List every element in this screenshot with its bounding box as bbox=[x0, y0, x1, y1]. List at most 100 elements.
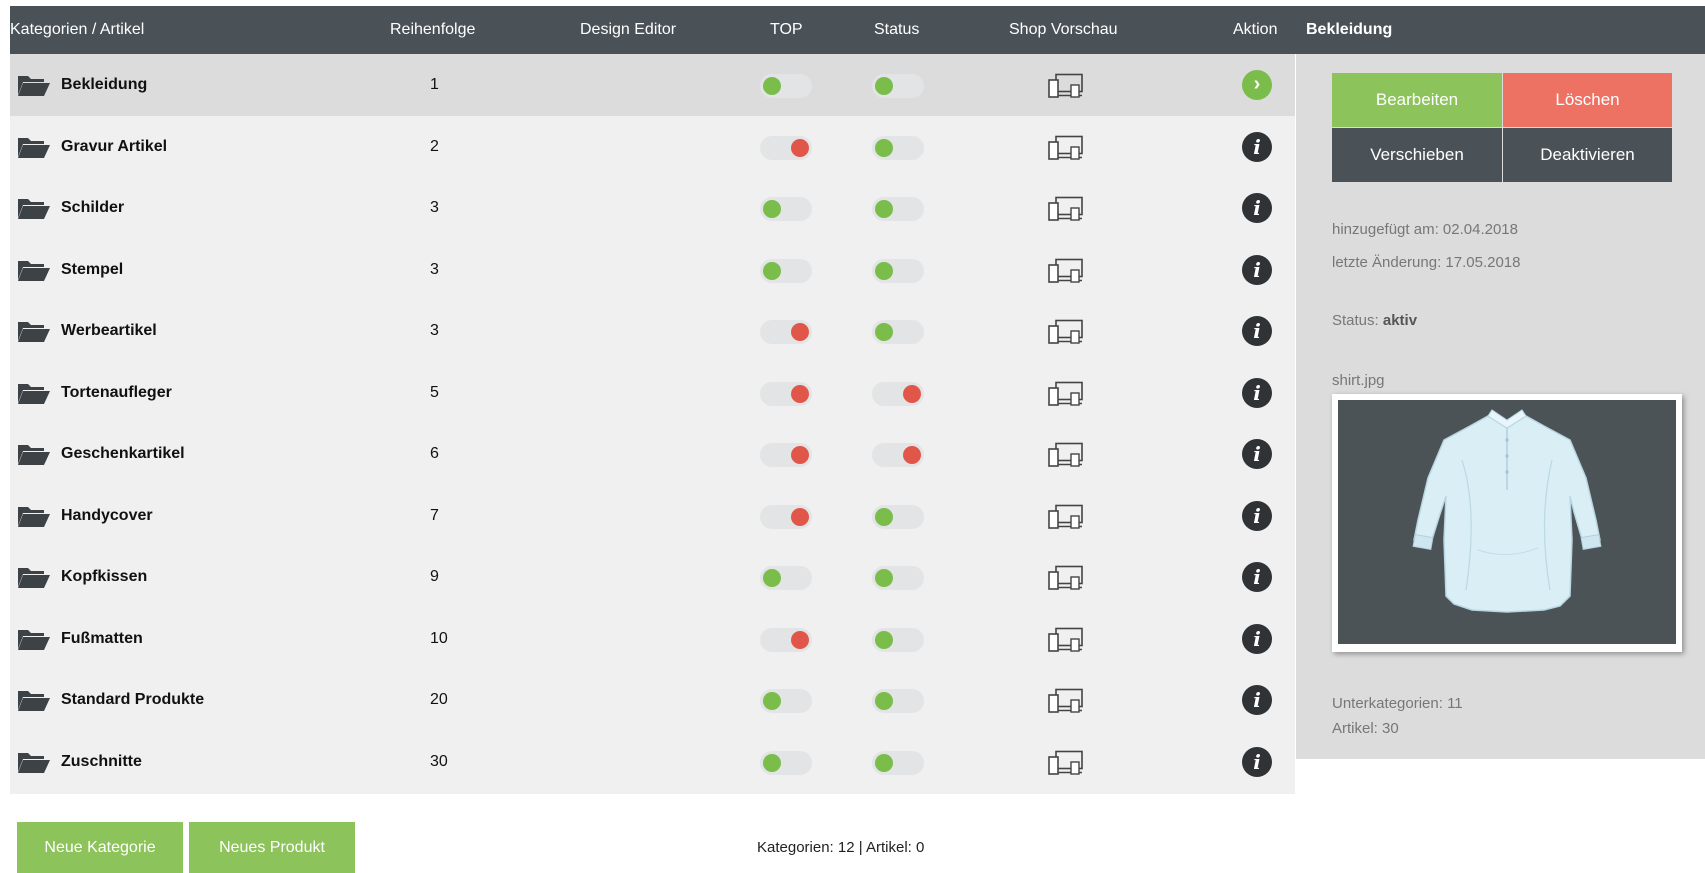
table-row[interactable]: Bekleidung 1 › bbox=[10, 54, 1295, 116]
column-header-order: Reihenfolge bbox=[390, 21, 476, 38]
info-icon[interactable]: i bbox=[1242, 377, 1272, 408]
deactivate-button[interactable]: Deaktivieren bbox=[1503, 128, 1672, 182]
info-icon[interactable]: i bbox=[1242, 562, 1272, 592]
top-toggle[interactable] bbox=[760, 320, 812, 344]
info-icon[interactable]: i bbox=[1242, 439, 1272, 469]
table-row[interactable]: Fußmatten 10 i bbox=[10, 608, 1295, 670]
status-toggle[interactable] bbox=[872, 689, 924, 713]
table-row[interactable]: Kopfkissen 9 i bbox=[10, 546, 1295, 608]
toggle-knob bbox=[875, 630, 893, 649]
category-name[interactable]: Fußmatten bbox=[61, 608, 143, 670]
table-row[interactable]: Geschenkartikel 6 i bbox=[10, 423, 1295, 485]
devices-icon[interactable] bbox=[1048, 381, 1084, 407]
info-icon[interactable]: i bbox=[1242, 193, 1272, 223]
category-name[interactable]: Standard Produkte bbox=[61, 669, 204, 731]
status-toggle[interactable] bbox=[872, 258, 924, 283]
devices-icon[interactable] bbox=[1048, 135, 1084, 161]
devices-icon[interactable] bbox=[1048, 73, 1084, 99]
table-row[interactable]: Standard Produkte 20 i bbox=[10, 669, 1295, 731]
category-name[interactable]: Bekleidung bbox=[61, 54, 147, 116]
devices-icon[interactable] bbox=[1048, 688, 1084, 714]
devices-icon[interactable] bbox=[1048, 442, 1084, 468]
info-icon[interactable]: i bbox=[1242, 746, 1272, 777]
category-name[interactable]: Werbeartikel bbox=[61, 300, 157, 362]
table-row[interactable]: Zuschnitte 30 i bbox=[10, 731, 1295, 793]
toggle-knob bbox=[875, 507, 893, 526]
category-image bbox=[1332, 394, 1682, 652]
table-row[interactable]: Schilder 3 i bbox=[10, 177, 1295, 239]
top-toggle[interactable] bbox=[760, 381, 812, 406]
devices-icon[interactable] bbox=[1048, 565, 1084, 591]
toggle-knob bbox=[875, 753, 893, 772]
devices-icon[interactable] bbox=[1048, 319, 1084, 345]
toggle-knob bbox=[763, 569, 781, 587]
status-toggle[interactable] bbox=[872, 504, 924, 529]
toggle-knob bbox=[763, 77, 781, 95]
category-order: 9 bbox=[430, 568, 439, 585]
info-icon[interactable]: i bbox=[1242, 623, 1272, 654]
top-toggle[interactable] bbox=[760, 627, 812, 652]
top-toggle[interactable] bbox=[760, 689, 812, 713]
table-row[interactable]: Stempel 3 i bbox=[10, 239, 1295, 301]
new-category-button[interactable]: Neue Kategorie bbox=[17, 822, 183, 873]
top-toggle[interactable] bbox=[760, 566, 812, 590]
toggle-knob bbox=[875, 692, 893, 710]
toggle-knob bbox=[763, 261, 781, 280]
status-toggle[interactable] bbox=[872, 566, 924, 590]
status-toggle[interactable] bbox=[872, 74, 924, 98]
top-toggle[interactable] bbox=[760, 443, 812, 467]
devices-icon[interactable] bbox=[1048, 627, 1084, 653]
devices-icon[interactable] bbox=[1048, 196, 1084, 222]
toggle-knob bbox=[791, 446, 809, 464]
info-icon[interactable]: i bbox=[1242, 254, 1272, 285]
category-name[interactable]: Gravur Artikel bbox=[61, 116, 167, 178]
table-row[interactable]: Gravur Artikel 2 i bbox=[10, 116, 1295, 178]
devices-icon[interactable] bbox=[1048, 504, 1084, 530]
category-name[interactable]: Schilder bbox=[61, 177, 124, 239]
devices-icon[interactable] bbox=[1048, 258, 1084, 284]
info-icon[interactable]: i bbox=[1242, 685, 1272, 715]
status-toggle[interactable] bbox=[872, 135, 924, 160]
status-toggle[interactable] bbox=[872, 320, 924, 344]
top-toggle[interactable] bbox=[760, 258, 812, 283]
new-product-button[interactable]: Neues Produkt bbox=[189, 822, 355, 873]
info-icon[interactable]: i bbox=[1242, 500, 1272, 531]
status-toggle[interactable] bbox=[872, 750, 924, 775]
status-toggle[interactable] bbox=[872, 197, 924, 221]
folder-icon bbox=[17, 381, 51, 405]
category-name[interactable]: Handycover bbox=[61, 485, 153, 547]
category-order: 5 bbox=[430, 383, 439, 401]
shirt-image bbox=[1412, 409, 1602, 613]
info-icon[interactable]: i bbox=[1242, 316, 1272, 346]
category-name[interactable]: Geschenkartikel bbox=[61, 423, 185, 485]
status-toggle[interactable] bbox=[872, 381, 924, 406]
top-toggle[interactable] bbox=[760, 197, 812, 221]
top-toggle[interactable] bbox=[760, 750, 812, 775]
subcategories-count: Unterkategorien: 11 bbox=[1332, 695, 1463, 712]
top-toggle[interactable] bbox=[760, 504, 812, 529]
status-toggle[interactable] bbox=[872, 443, 924, 467]
articles-count: Artikel: 30 bbox=[1332, 720, 1399, 737]
top-toggle[interactable] bbox=[760, 135, 812, 160]
table-row[interactable]: Handycover 7 i bbox=[10, 485, 1295, 547]
move-button[interactable]: Verschieben bbox=[1332, 128, 1502, 182]
table-row[interactable]: Tortenaufleger 5 i bbox=[10, 362, 1295, 424]
chevron-right-icon[interactable]: › bbox=[1242, 70, 1272, 100]
top-toggle[interactable] bbox=[760, 74, 812, 98]
category-name[interactable]: Kopfkissen bbox=[61, 546, 147, 608]
panel-title: Bekleidung bbox=[1306, 21, 1393, 38]
devices-icon[interactable] bbox=[1048, 750, 1084, 776]
category-order: 3 bbox=[430, 199, 439, 216]
category-name[interactable]: Tortenaufleger bbox=[61, 362, 172, 424]
table-row[interactable]: Werbeartikel 3 i bbox=[10, 300, 1295, 362]
toggle-knob bbox=[763, 692, 781, 710]
category-name[interactable]: Stempel bbox=[61, 239, 123, 301]
category-order: 3 bbox=[430, 322, 439, 339]
folder-icon bbox=[17, 442, 51, 466]
edit-button[interactable]: Bearbeiten bbox=[1332, 73, 1502, 127]
category-name[interactable]: Zuschnitte bbox=[61, 731, 142, 793]
delete-button[interactable]: Löschen bbox=[1503, 73, 1672, 127]
info-icon[interactable]: i bbox=[1242, 131, 1272, 162]
status-toggle[interactable] bbox=[872, 627, 924, 652]
toggle-knob bbox=[791, 630, 809, 649]
